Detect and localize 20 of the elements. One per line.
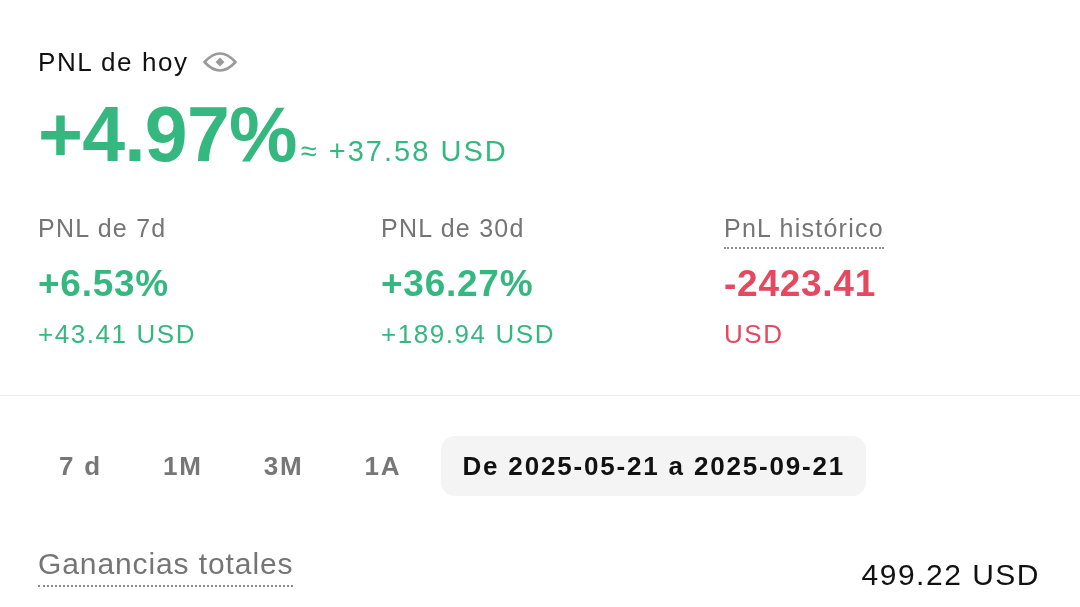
period-tab[interactable]: 1A xyxy=(343,436,423,496)
stat-label[interactable]: PnL histórico xyxy=(724,213,884,249)
stat-value: +36.27% xyxy=(381,262,535,306)
stat-label: PNL de 30d xyxy=(381,213,525,244)
total-value: 499.22 USD xyxy=(861,557,1040,593)
stat-amount: USD xyxy=(724,318,785,350)
period-tab[interactable]: 1M xyxy=(142,436,224,496)
period-tab[interactable]: 3M xyxy=(242,436,325,496)
pnl-today-percent: +4.97% xyxy=(38,94,297,174)
stat-amount: +189.94 USD xyxy=(381,318,556,350)
period-tab[interactable]: De 2025-05-21 a 2025-09-21 xyxy=(441,436,867,496)
stat-value: +6.53% xyxy=(38,262,170,306)
stat-value: -2423.41 xyxy=(724,262,877,306)
stat-label: PNL de 7d xyxy=(38,213,167,244)
pnl-today-label: PNL de hoy xyxy=(38,46,189,78)
pnl-today-amount: ≈ +37.58 USD xyxy=(300,134,508,169)
stat-amount: +43.41 USD xyxy=(38,318,197,350)
total-label[interactable]: Ganancias totales xyxy=(38,546,294,587)
period-tab[interactable]: 7 d xyxy=(38,436,124,496)
eye-icon[interactable] xyxy=(202,51,237,73)
